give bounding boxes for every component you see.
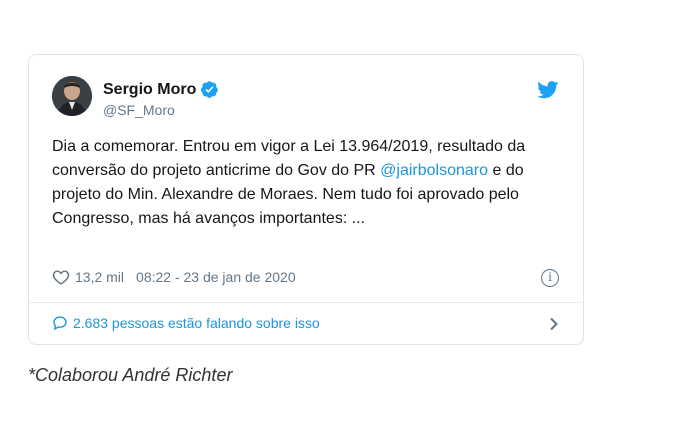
like-count[interactable]: 13,2 mil (75, 269, 124, 285)
author-name[interactable]: Sergio Moro (103, 81, 196, 99)
conversation-link[interactable]: 2.683 pessoas estão falando sobre isso (52, 315, 320, 331)
tweet-card[interactable]: Sergio Moro @SF_Moro Dia a comemorar. En… (28, 54, 584, 345)
avatar[interactable] (52, 76, 92, 116)
chevron-right-icon[interactable] (549, 317, 559, 331)
info-icon[interactable]: i (541, 269, 559, 287)
heart-icon[interactable] (52, 269, 70, 285)
tweet-text: Dia a comemorar. Entrou em vigor a Lei 1… (52, 135, 572, 231)
avatar-photo (52, 76, 92, 116)
mention-link[interactable]: @jairbolsonaro (380, 162, 488, 179)
divider (29, 302, 583, 303)
twitter-bird-icon[interactable] (537, 81, 559, 99)
conversation-text[interactable]: 2.683 pessoas estão falando sobre isso (73, 315, 320, 331)
author-handle[interactable]: @SF_Moro (103, 102, 175, 118)
timestamp[interactable]: 08:22 - 23 de jan de 2020 (136, 269, 296, 285)
tweet-meta: 13,2 mil 08:22 - 23 de jan de 2020 (52, 269, 296, 285)
credit-note: *Colaborou André Richter (28, 365, 233, 385)
comment-bubble-icon (53, 316, 67, 331)
verified-icon (201, 81, 219, 98)
